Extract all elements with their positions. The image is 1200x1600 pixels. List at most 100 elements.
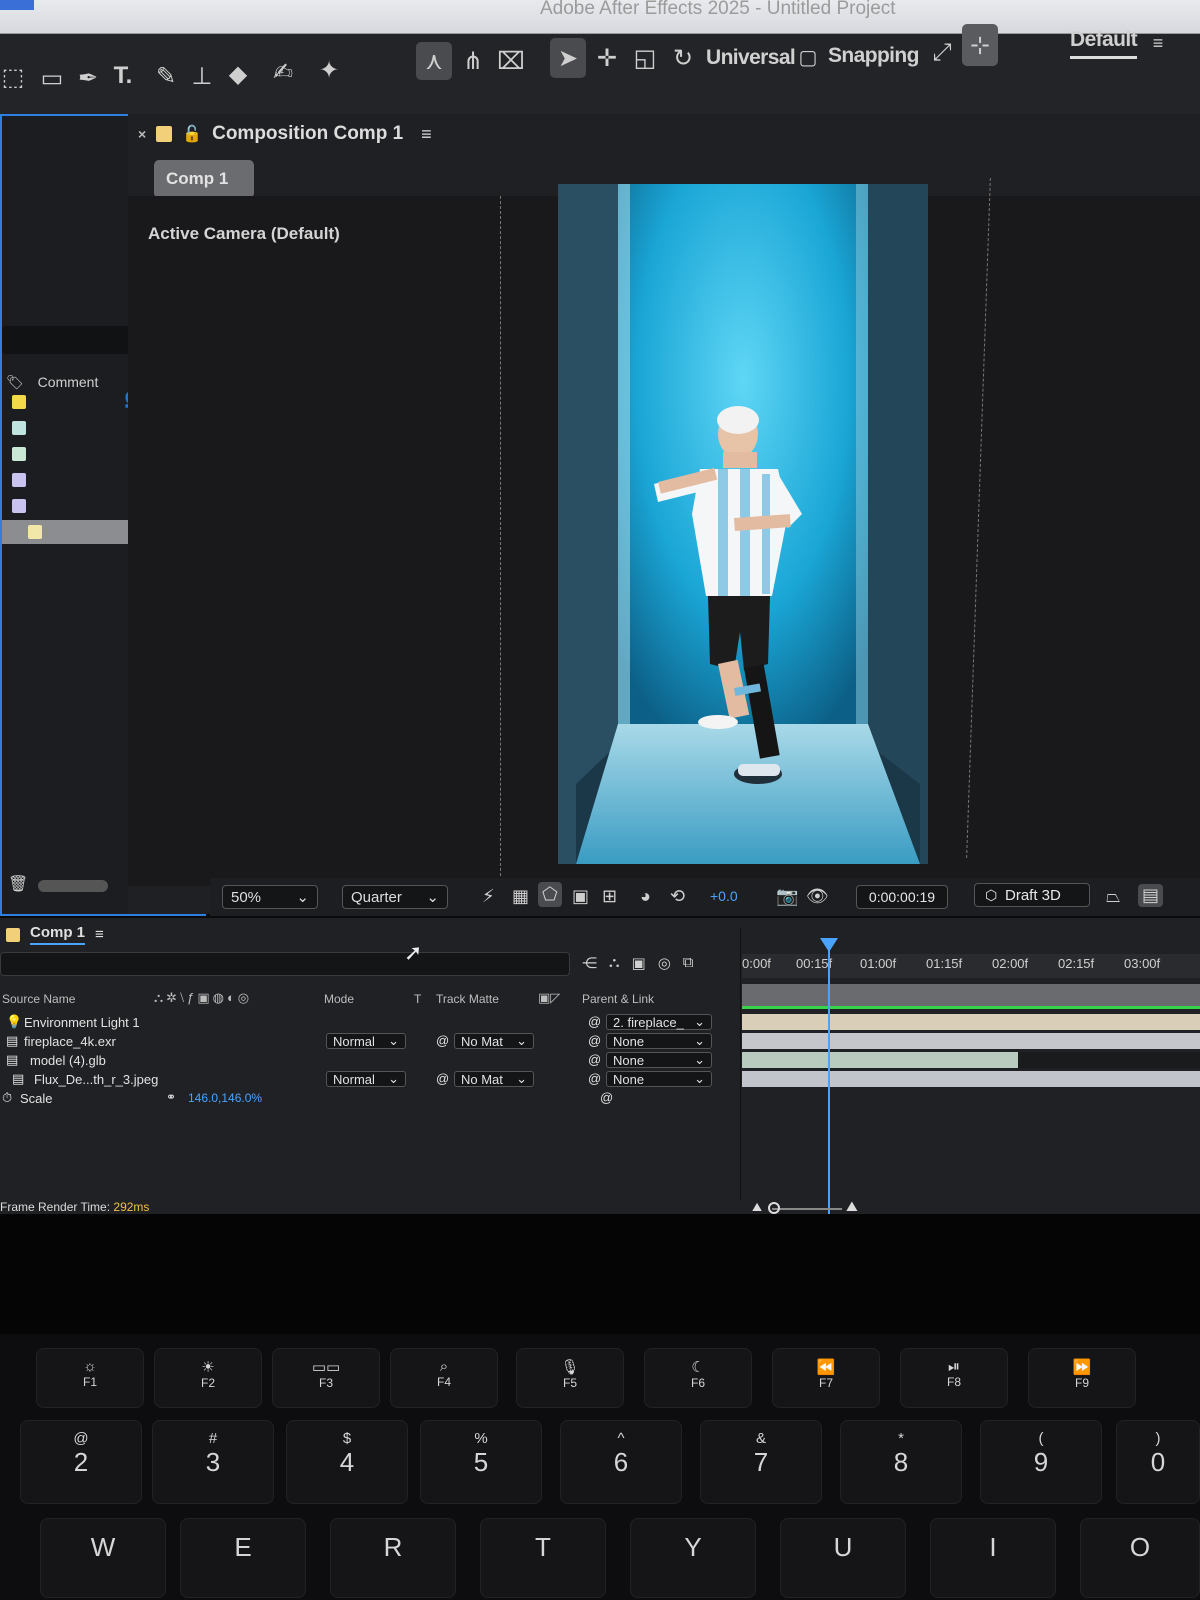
show-snapshot-icon[interactable]: 👁 <box>806 886 829 907</box>
pen-tool-icon[interactable]: ✒ <box>72 62 104 94</box>
parent-dropdown[interactable]: None ⌄ <box>606 1071 712 1087</box>
workspace-default-tab[interactable]: Default <box>1070 28 1138 59</box>
mask-visibility-icon[interactable]: ⬠ <box>538 882 562 907</box>
constrain-proportions-icon[interactable]: ⚭ <box>166 1090 176 1104</box>
zoom-out-icon[interactable]: ⛰ <box>752 1200 762 1215</box>
region-of-interest-icon[interactable]: ▣ <box>572 886 589 907</box>
world-axis-icon[interactable]: ⋏ <box>416 42 452 80</box>
view-layout-icon[interactable]: ▤ <box>1138 884 1164 907</box>
source-name-header[interactable]: Source Name <box>2 992 75 1006</box>
color-channels-icon[interactable]: ◕ <box>640 886 651 907</box>
composition-viewer[interactable]: Active Camera (Default) <box>128 178 1200 886</box>
current-time-display[interactable]: 0:00:00:19 <box>856 885 948 909</box>
composition-mini-flowchart-icon[interactable]: ⋲ <box>582 954 597 972</box>
parent-link-header[interactable]: Parent & Link <box>582 992 654 1006</box>
matte-link-icon[interactable]: @ <box>436 1033 449 1048</box>
t-header[interactable]: T <box>414 992 421 1006</box>
project-search-input[interactable] <box>2 326 132 354</box>
layer-duration-bar[interactable] <box>742 1014 1200 1030</box>
clone-stamp-icon[interactable]: ⊥ <box>186 60 218 92</box>
eraser-tool-icon[interactable]: ◆ <box>222 58 254 90</box>
layer-duration-bar[interactable] <box>742 1071 1200 1087</box>
layer-duration-bar[interactable] <box>742 1052 1018 1068</box>
track-matte-dropdown[interactable]: No Mat ⌄ <box>454 1071 534 1087</box>
motion-blur-icon[interactable]: ◎ <box>658 954 671 972</box>
renderer-button[interactable]: ⬡ Draft 3D <box>974 883 1090 907</box>
project-item-row-selected[interactable] <box>2 520 142 544</box>
move-tool-icon[interactable]: ✛ <box>590 38 624 78</box>
3d-grid-icon[interactable]: ⊹ <box>962 24 998 66</box>
parent-dropdown[interactable]: 2. fireplace_ ⌄ <box>606 1014 712 1030</box>
reset-exposure-icon[interactable]: ⟲ <box>670 886 685 907</box>
layer-search-input[interactable] <box>0 952 570 976</box>
trash-icon[interactable]: 🗑 <box>8 874 28 894</box>
timeline-tab[interactable]: Comp 1 ≡ <box>6 924 104 945</box>
brush-tool-icon[interactable]: ✎ <box>150 60 182 92</box>
playhead-handle[interactable] <box>820 938 838 952</box>
project-item-row[interactable] <box>2 416 142 440</box>
local-axis-icon[interactable]: ⋔ <box>456 42 490 80</box>
3d-view-icon[interactable]: ⏢ <box>1106 886 1120 907</box>
track-matte-dropdown[interactable]: No Mat ⌄ <box>454 1033 534 1049</box>
track-matte-header[interactable]: Track Matte <box>436 992 499 1006</box>
mode-header[interactable]: Mode <box>324 992 354 1006</box>
snapping-label[interactable]: Snapping <box>828 44 919 68</box>
project-scrollbar[interactable] <box>38 880 108 892</box>
graph-editor-icon[interactable]: ⧉ <box>683 954 694 972</box>
work-area-bar[interactable] <box>742 984 1200 1006</box>
composition-tab[interactable]: × 🔓 Composition Comp 1 ≡ <box>138 114 432 154</box>
parent-dropdown[interactable]: None ⌄ <box>606 1052 712 1068</box>
comp-flowchart-button[interactable]: Comp 1 <box>154 160 254 198</box>
comment-column-label[interactable]: Comment <box>38 374 99 390</box>
current-time-indicator[interactable] <box>828 948 830 1214</box>
pick-whip-icon[interactable]: @ <box>588 1014 601 1029</box>
project-item-row[interactable] <box>2 468 142 492</box>
scale-value[interactable]: 146.0,146.0% <box>188 1091 262 1105</box>
blend-mode-dropdown[interactable]: Normal ⌄ <box>326 1033 406 1049</box>
parent-dropdown[interactable]: None ⌄ <box>606 1033 712 1049</box>
panel-menu-icon[interactable]: ≡ <box>421 124 432 145</box>
stopwatch-icon[interactable]: ⏱ <box>2 1090 12 1106</box>
pick-whip-icon[interactable]: @ <box>588 1033 601 1048</box>
project-item-row[interactable] <box>2 442 142 466</box>
layer-row[interactable]: ▤ fireplace_4k.exr Normal ⌄ @ No Mat ⌄ @ N… <box>0 1033 740 1051</box>
rotate-tool-icon[interactable]: ↻ <box>666 38 700 78</box>
timeline-zoom-slider[interactable] <box>772 1208 842 1210</box>
magnification-dropdown[interactable]: 50% ⌄ <box>222 885 318 909</box>
scale-tool-icon[interactable]: ◱ <box>628 38 662 78</box>
layer-duration-bar[interactable] <box>742 1033 1200 1049</box>
zoom-in-icon[interactable]: ⛰ <box>846 1198 858 1215</box>
region-tool-icon[interactable]: ⬚ <box>0 62 26 92</box>
zoom-slider-handle[interactable] <box>768 1202 780 1214</box>
selection-tool-icon[interactable]: ➤ <box>550 38 586 78</box>
layer-row[interactable]: 💡 Environment Light 1 @ 2. fireplace_ ⌄ <box>0 1014 740 1032</box>
pick-whip-icon[interactable]: @ <box>600 1090 613 1105</box>
workspace-menu-icon[interactable]: ≡ <box>1146 28 1170 58</box>
project-item-row[interactable] <box>2 390 142 414</box>
matte-link-icon[interactable]: @ <box>436 1071 449 1086</box>
transparency-grid-icon[interactable]: ▦ <box>512 886 529 907</box>
project-item-row[interactable] <box>2 494 142 518</box>
rectangle-tool-icon[interactable]: ▭ <box>36 62 68 94</box>
close-tab-icon[interactable]: × <box>138 126 146 142</box>
time-ruler[interactable]: 0:00f 00:15f 01:00f 01:15f 02:00f 02:15f… <box>742 954 1200 978</box>
puppet-pin-icon[interactable]: ✦ <box>312 54 346 86</box>
pick-whip-icon[interactable]: @ <box>588 1071 601 1086</box>
layer-row[interactable]: ▤ model (4).glb @ None ⌄ <box>0 1052 740 1070</box>
snapping-checkbox-icon[interactable]: ▢ <box>794 38 822 76</box>
lock-icon[interactable]: 🔓 <box>182 124 202 144</box>
property-row[interactable]: ⏱ Scale ⚭ 146.0,146.0% @ <box>0 1090 740 1108</box>
resolution-dropdown[interactable]: Quarter ⌄ <box>342 885 448 909</box>
universal-mode-label[interactable]: Universal <box>706 46 796 70</box>
snapshot-camera-icon[interactable]: 📷 <box>776 886 798 907</box>
blend-mode-dropdown[interactable]: Normal ⌄ <box>326 1071 406 1087</box>
frame-blending-icon[interactable]: ▣ <box>632 954 646 972</box>
grid-guides-icon[interactable]: ⊞ <box>602 886 617 907</box>
shy-layers-icon[interactable]: ⛬ <box>609 954 620 972</box>
view-axis-icon[interactable]: ⌧ <box>494 42 528 80</box>
layer-row[interactable]: ▤ Flux_De...th_r_3.jpeg Normal ⌄ @ No Mat… <box>0 1071 740 1089</box>
roto-brush-icon[interactable]: ✍ <box>266 56 300 88</box>
panel-menu-icon[interactable]: ≡ <box>95 926 104 943</box>
type-tool-icon[interactable]: T. <box>106 60 140 92</box>
extended-viewer-icon[interactable]: ⤢ <box>926 34 958 72</box>
